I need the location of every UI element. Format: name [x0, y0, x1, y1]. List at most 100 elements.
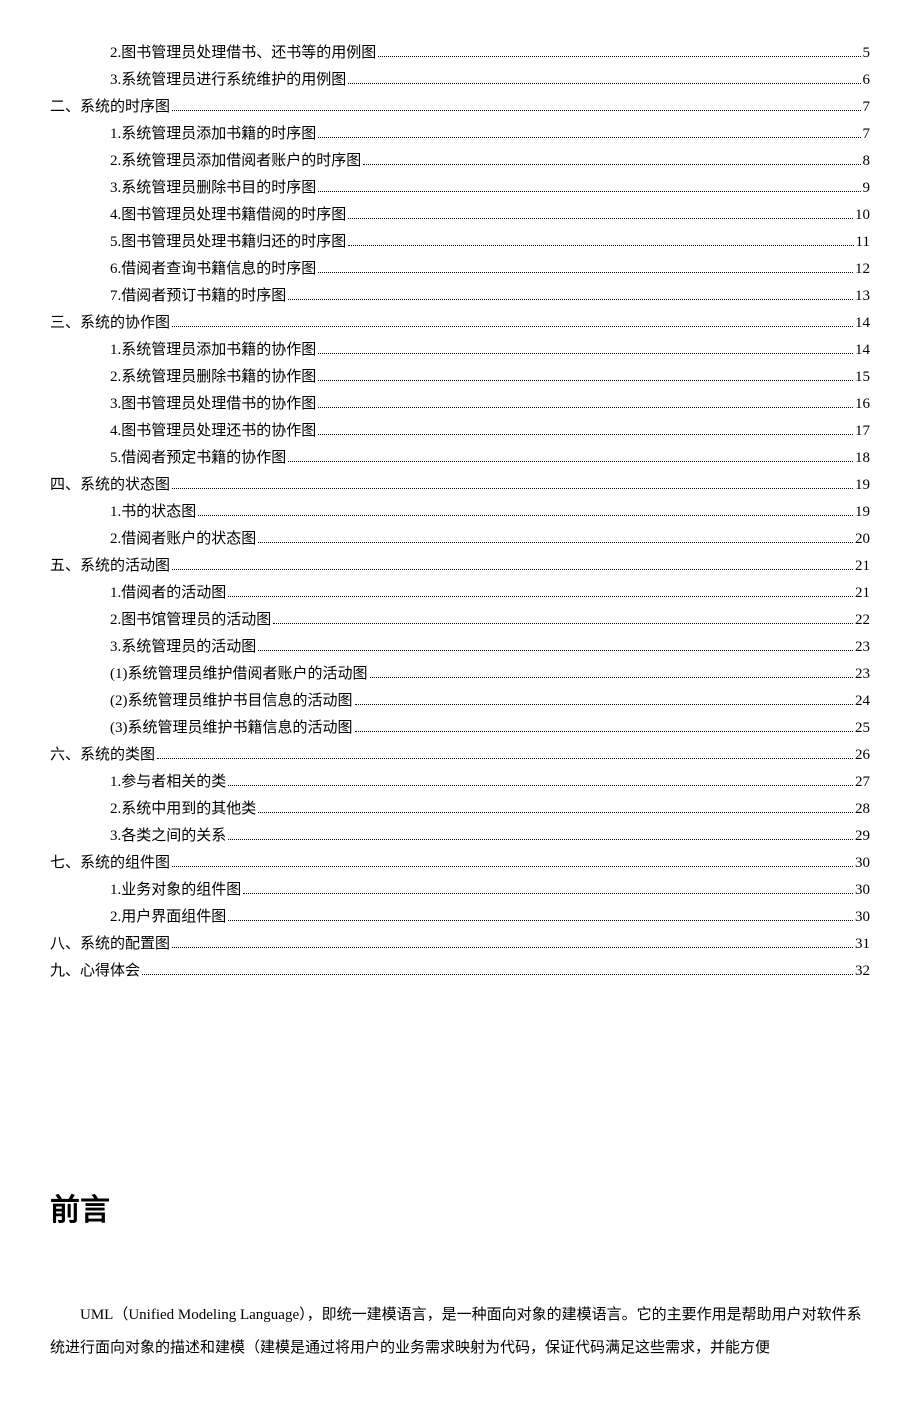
- toc-leader-dots: [273, 616, 853, 625]
- toc-entry[interactable]: 3.系统管理员删除书目的时序图9: [50, 175, 870, 202]
- body-paragraph: UML（Unified Modeling Language），即统一建模语言，是…: [50, 1299, 870, 1365]
- toc-entry[interactable]: 六、系统的类图 26: [50, 742, 870, 769]
- toc-entry-page: 26: [855, 742, 870, 769]
- toc-entry[interactable]: 2.图书馆管理员的活动图22: [50, 607, 870, 634]
- toc-entry[interactable]: 七、系统的组件图30: [50, 850, 870, 877]
- toc-entry[interactable]: 3.系统管理员的活动图23: [50, 634, 870, 661]
- toc-leader-dots: [258, 535, 853, 544]
- toc-entry[interactable]: 3.系统管理员进行系统维护的用例图 6: [50, 67, 870, 94]
- toc-entry[interactable]: 5.借阅者预定书籍的协作图18: [50, 445, 870, 472]
- toc-entry-label: 三、系统的协作图: [50, 310, 170, 337]
- toc-entry-page: 5: [863, 40, 871, 67]
- toc-entry-page: 8: [863, 148, 871, 175]
- toc-entry-page: 31: [855, 931, 870, 958]
- toc-leader-dots: [318, 184, 860, 193]
- toc-leader-dots: [172, 859, 853, 868]
- toc-entry[interactable]: 5.图书管理员处理书籍归还的时序图11: [50, 229, 870, 256]
- toc-leader-dots: [318, 346, 853, 355]
- toc-entry[interactable]: 2.系统管理员删除书籍的协作图 15: [50, 364, 870, 391]
- toc-entry[interactable]: (3)系统管理员维护书籍信息的活动图25: [50, 715, 870, 742]
- toc-entry-page: 15: [855, 364, 870, 391]
- toc-leader-dots: [243, 886, 853, 895]
- toc-entry[interactable]: 4.图书管理员处理还书的协作图17: [50, 418, 870, 445]
- toc-entry[interactable]: 7.借阅者预订书籍的时序图13: [50, 283, 870, 310]
- toc-entry[interactable]: 2.系统管理员添加借阅者账户的时序图8: [50, 148, 870, 175]
- toc-leader-dots: [228, 589, 853, 598]
- toc-entry[interactable]: 八、系统的配置图 31: [50, 931, 870, 958]
- toc-entry-page: 23: [855, 661, 870, 688]
- toc-entry[interactable]: 2.系统中用到的其他类28: [50, 796, 870, 823]
- toc-entry-label: 5.图书管理员处理书籍归还的时序图: [110, 229, 346, 256]
- toc-entry[interactable]: (2)系统管理员维护书目信息的活动图24: [50, 688, 870, 715]
- toc-entry-page: 21: [855, 580, 870, 607]
- toc-entry[interactable]: 1.借阅者的活动图21: [50, 580, 870, 607]
- toc-entry-label: 四、系统的状态图: [50, 472, 170, 499]
- section-heading: 前言: [50, 1185, 870, 1229]
- toc-leader-dots: [228, 778, 853, 787]
- toc-leader-dots: [348, 211, 853, 220]
- toc-entry-page: 30: [855, 850, 870, 877]
- toc-entry-page: 28: [855, 796, 870, 823]
- toc-entry[interactable]: 1.系统管理员添加书籍的时序图 7: [50, 121, 870, 148]
- toc-entry[interactable]: 九、心得体会32: [50, 958, 870, 985]
- toc-entry-label: 3.图书管理员处理借书的协作图: [110, 391, 316, 418]
- toc-leader-dots: [258, 805, 853, 814]
- toc-entry-label: 2.图书馆管理员的活动图: [110, 607, 271, 634]
- toc-entry[interactable]: (1)系统管理员维护借阅者账户的活动图23: [50, 661, 870, 688]
- toc-leader-dots: [288, 454, 853, 463]
- toc-leader-dots: [378, 49, 860, 58]
- toc-leader-dots: [172, 481, 853, 490]
- toc-leader-dots: [288, 292, 853, 301]
- toc-entry[interactable]: 6.借阅者查询书籍信息的时序图12: [50, 256, 870, 283]
- toc-entry[interactable]: 4.图书管理员处理书籍借阅的时序图 10: [50, 202, 870, 229]
- toc-leader-dots: [348, 238, 853, 247]
- toc-leader-dots: [198, 508, 853, 517]
- toc-leader-dots: [172, 319, 853, 328]
- toc-entry-label: 1.业务对象的组件图: [110, 877, 241, 904]
- toc-entry[interactable]: 三、系统的协作图 14: [50, 310, 870, 337]
- toc-entry[interactable]: 2.用户界面组件图30: [50, 904, 870, 931]
- toc-entry-label: 3.各类之间的关系: [110, 823, 226, 850]
- toc-entry-label: 1.系统管理员添加书籍的协作图: [110, 337, 316, 364]
- toc-entry[interactable]: 3.各类之间的关系 29: [50, 823, 870, 850]
- toc-entry[interactable]: 二、系统的时序图7: [50, 94, 870, 121]
- toc-leader-dots: [318, 130, 860, 139]
- toc-entry[interactable]: 1.书的状态图19: [50, 499, 870, 526]
- toc-leader-dots: [172, 103, 860, 112]
- toc-entry-label: 2.图书管理员处理借书、还书等的用例图: [110, 40, 376, 67]
- toc-entry-label: 2.借阅者账户的状态图: [110, 526, 256, 553]
- toc-entry-page: 29: [855, 823, 870, 850]
- toc-entry-label: 八、系统的配置图: [50, 931, 170, 958]
- toc-entry-label: 五、系统的活动图: [50, 553, 170, 580]
- toc-entry-label: 4.图书管理员处理书籍借阅的时序图: [110, 202, 346, 229]
- toc-entry[interactable]: 2.借阅者账户的状态图20: [50, 526, 870, 553]
- toc-entry[interactable]: 1.参与者相关的类27: [50, 769, 870, 796]
- toc-entry-label: 二、系统的时序图: [50, 94, 170, 121]
- toc-entry-page: 10: [855, 202, 870, 229]
- toc-entry-label: 5.借阅者预定书籍的协作图: [110, 445, 286, 472]
- toc-entry-label: 3.系统管理员的活动图: [110, 634, 256, 661]
- toc-entry-label: 2.系统管理员删除书籍的协作图: [110, 364, 316, 391]
- toc-entry-label: (3)系统管理员维护书籍信息的活动图: [110, 715, 353, 742]
- toc-entry-label: 7.借阅者预订书籍的时序图: [110, 283, 286, 310]
- toc-entry-label: 1.参与者相关的类: [110, 769, 226, 796]
- toc-entry-page: 7: [863, 121, 871, 148]
- toc-entry-label: 3.系统管理员删除书目的时序图: [110, 175, 316, 202]
- toc-entry[interactable]: 五、系统的活动图21: [50, 553, 870, 580]
- toc-entry[interactable]: 3.图书管理员处理借书的协作图16: [50, 391, 870, 418]
- toc-entry-label: (2)系统管理员维护书目信息的活动图: [110, 688, 353, 715]
- toc-entry[interactable]: 2.图书管理员处理借书、还书等的用例图 5: [50, 40, 870, 67]
- toc-entry[interactable]: 1.业务对象的组件图30: [50, 877, 870, 904]
- toc-entry-page: 14: [855, 337, 870, 364]
- toc-entry-label: 九、心得体会: [50, 958, 140, 985]
- toc-entry-label: 6.借阅者查询书籍信息的时序图: [110, 256, 316, 283]
- toc-entry-page: 14: [855, 310, 870, 337]
- toc-entry-label: 3.系统管理员进行系统维护的用例图: [110, 67, 346, 94]
- toc-entry[interactable]: 1.系统管理员添加书籍的协作图 14: [50, 337, 870, 364]
- toc-entry-label: 1.系统管理员添加书籍的时序图: [110, 121, 316, 148]
- toc-entry-label: 2.用户界面组件图: [110, 904, 226, 931]
- toc-leader-dots: [142, 967, 853, 976]
- toc-entry-label: 六、系统的类图: [50, 742, 155, 769]
- toc-entry[interactable]: 四、系统的状态图19: [50, 472, 870, 499]
- toc-entry-page: 6: [863, 67, 871, 94]
